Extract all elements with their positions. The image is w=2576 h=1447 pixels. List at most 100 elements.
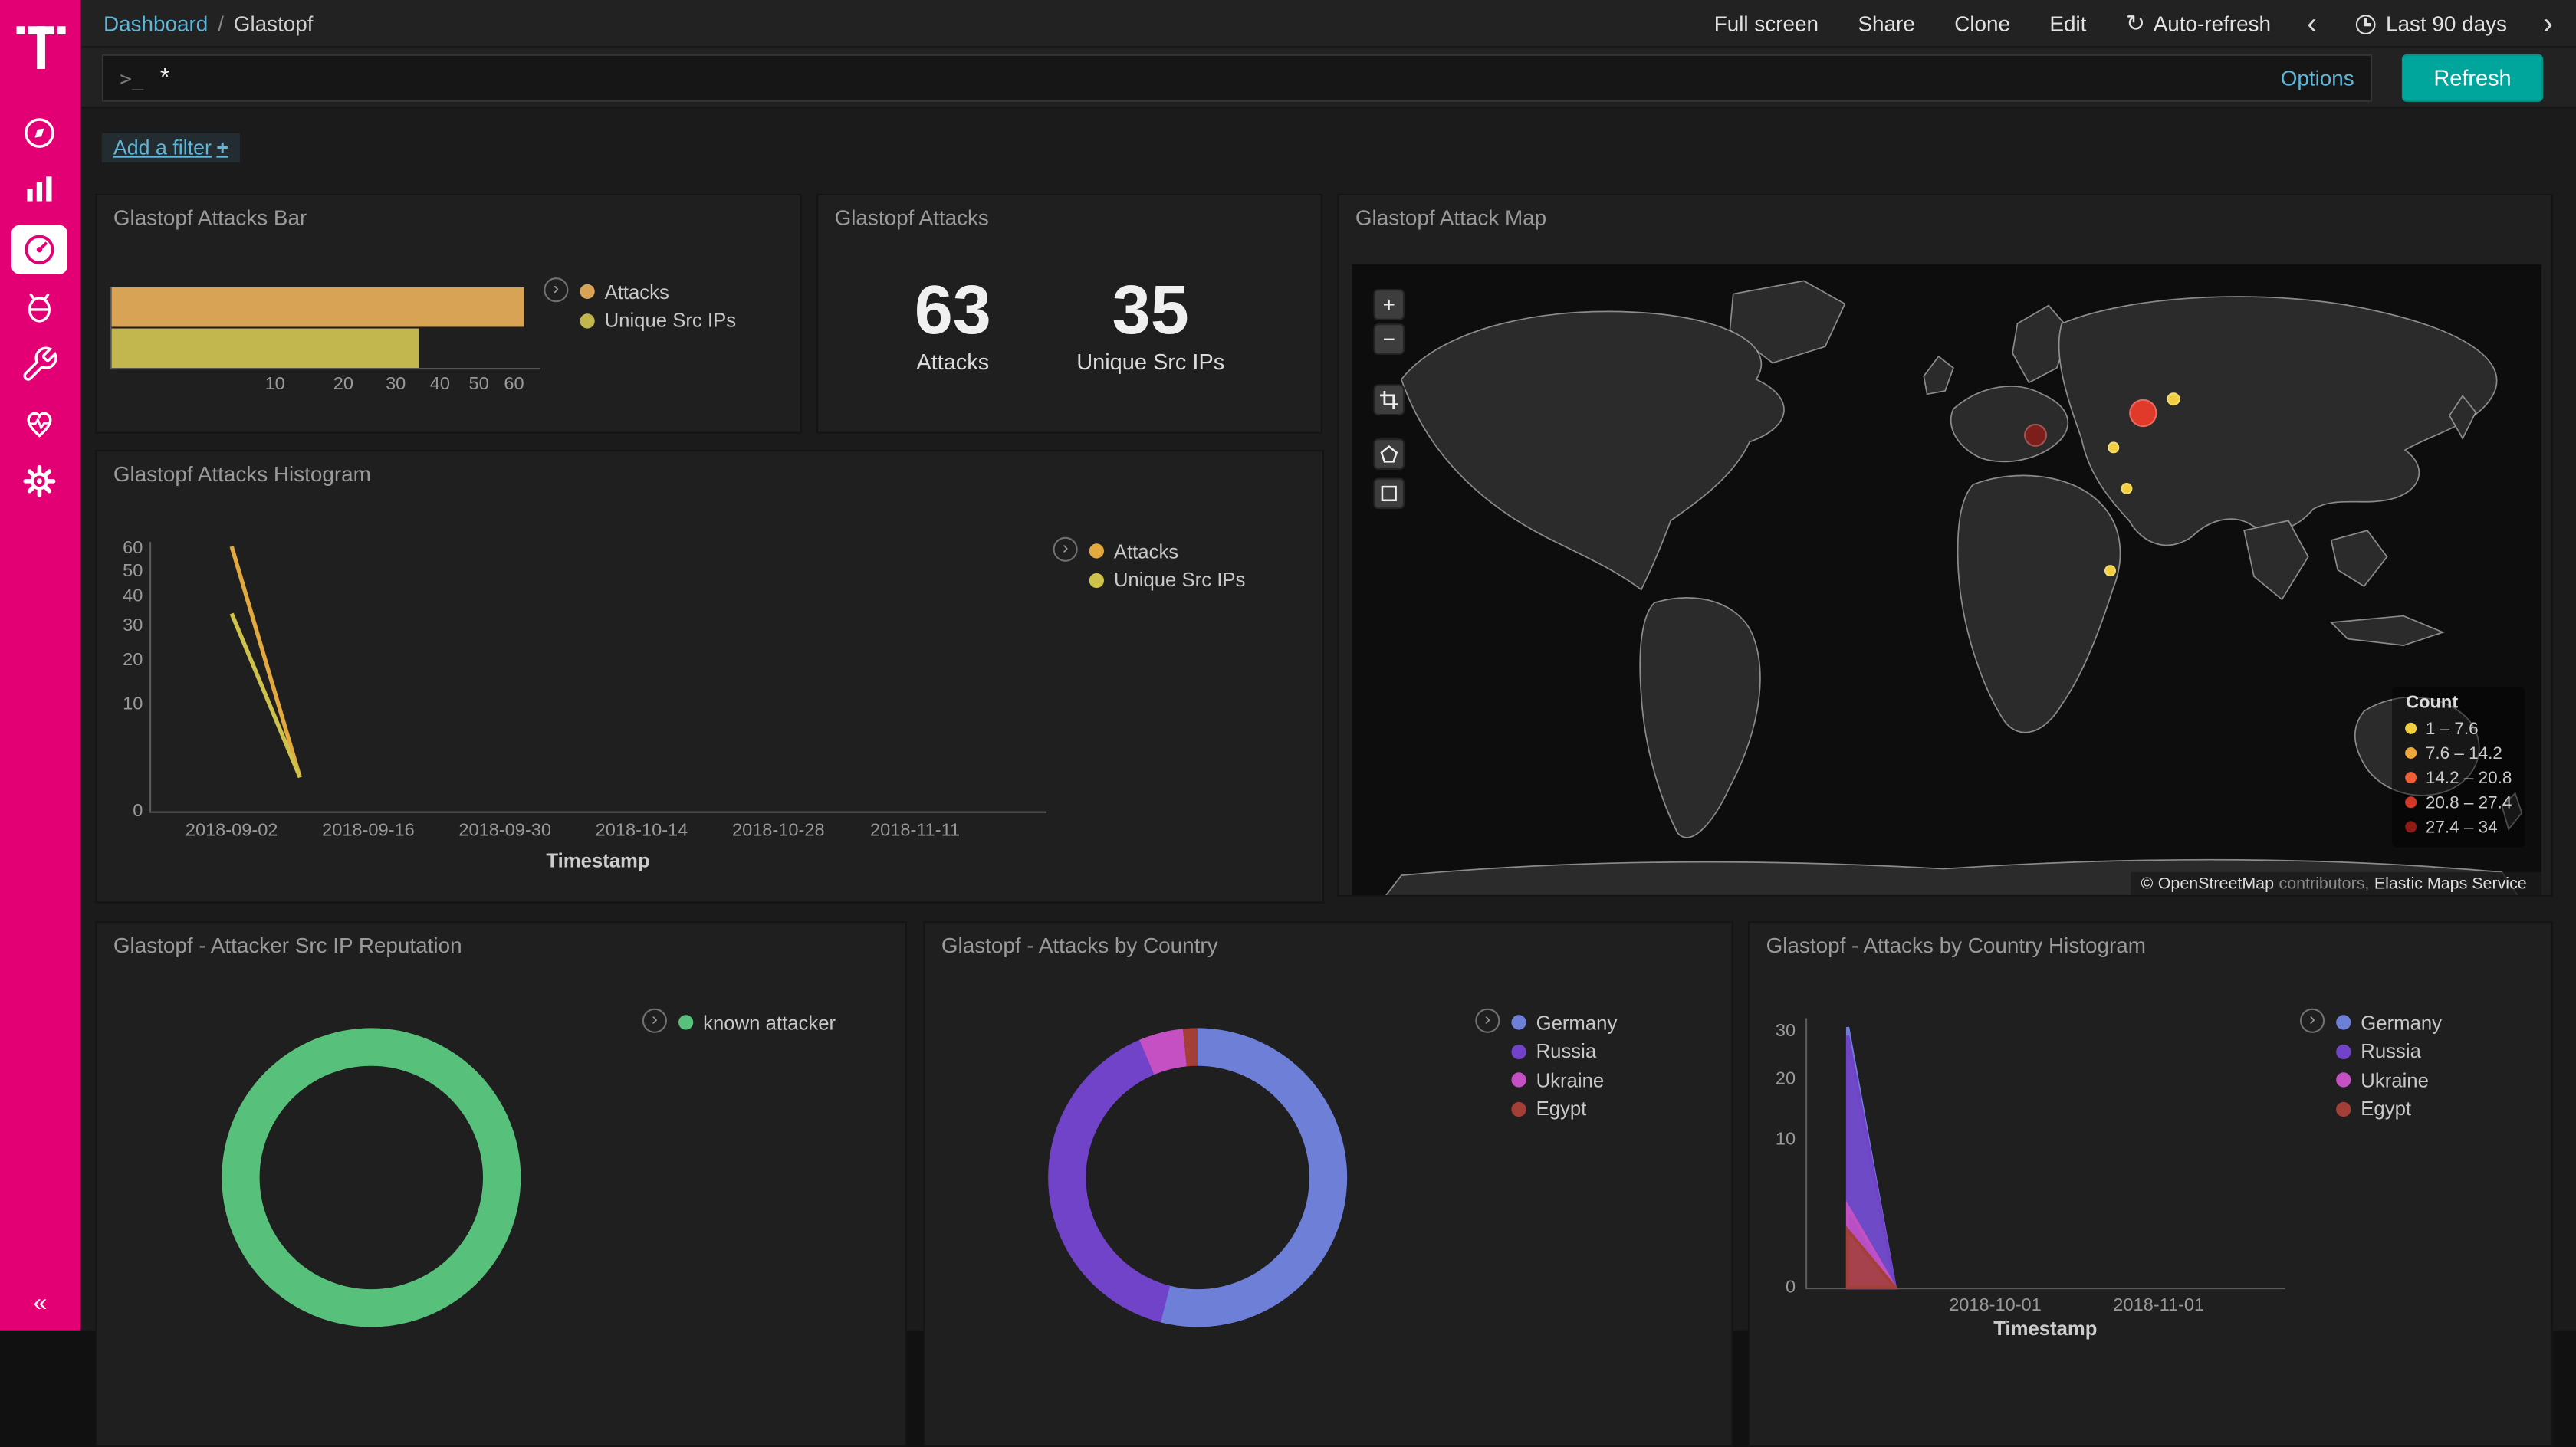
bar-attacks[interactable] — [110, 287, 524, 326]
legend-label: Russia — [1536, 1040, 1597, 1063]
legend-label: Unique Src IPs — [1114, 569, 1246, 592]
x-axis-tick: 2018-09-02 — [186, 821, 278, 841]
add-filter-link[interactable]: Add a filter+ — [102, 133, 240, 163]
polygon-draw-button[interactable] — [1373, 438, 1405, 470]
map-attack-point[interactable] — [2167, 392, 2180, 405]
donut-hole — [260, 1066, 483, 1289]
y-axis-tick: 40 — [100, 587, 143, 607]
bar-unique-src-ips[interactable] — [110, 329, 419, 368]
gauge-icon — [20, 230, 59, 269]
map-attack-point[interactable] — [2024, 424, 2047, 447]
reputation-donut-chart[interactable] — [222, 1028, 521, 1327]
sidebar-item-dashboard[interactable] — [12, 225, 67, 274]
sidebar-item-visualize[interactable] — [12, 164, 67, 213]
wrench-icon — [20, 345, 59, 384]
x-axis-tick: 2018-11-11 — [870, 821, 960, 841]
x-axis-tick: 10 — [265, 375, 285, 395]
square-icon — [1380, 484, 1398, 503]
sidebar-item-discover[interactable] — [12, 108, 67, 157]
map-attack-point[interactable] — [2128, 399, 2156, 426]
legend-label: Ukraine — [1536, 1068, 1605, 1091]
x-axis-tick: 20 — [334, 375, 353, 395]
sidebar-item-honeypot[interactable] — [12, 283, 67, 332]
x-axis-tick: 2018-09-30 — [458, 821, 551, 841]
sidebar-item-monitoring[interactable] — [12, 398, 67, 447]
time-forward-button[interactable]: › — [2543, 8, 2553, 38]
breadcrumb-dashboard-link[interactable]: Dashboard — [104, 11, 208, 35]
metric-attacks: 63 Attacks — [915, 276, 991, 375]
legend-item-ukraine[interactable]: Ukraine — [2336, 1066, 2442, 1095]
top-nav-bar: Dashboard / Glastopf Full screen Share C… — [80, 0, 2576, 48]
legend-item-russia[interactable]: Russia — [2336, 1037, 2442, 1066]
refresh-button[interactable]: Refresh — [2402, 54, 2543, 102]
panel-glastopf-attacks-histogram: Glastopf Attacks Histogram 0102030405060… — [95, 450, 1324, 903]
zoom-in-button[interactable]: + — [1373, 289, 1405, 320]
plus-icon: + — [216, 136, 228, 159]
donut-hole — [1086, 1066, 1309, 1289]
search-input-container[interactable]: >_ Options — [102, 54, 2372, 102]
sidebar-item-dev-tools[interactable] — [12, 340, 67, 389]
time-back-button[interactable]: ‹ — [2307, 8, 2317, 38]
legend-item-14.2-20.8[interactable]: 14.2 – 20.8 — [2406, 766, 2512, 790]
legend-toggle-icon[interactable]: › — [544, 277, 568, 302]
query-options-link[interactable]: Options — [2281, 66, 2354, 90]
edit-button[interactable]: Edit — [2049, 11, 2086, 35]
country-donut-chart[interactable] — [1048, 1028, 1347, 1327]
clone-button[interactable]: Clone — [1954, 11, 2010, 35]
x-axis-tick: 2018-10-01 — [1949, 1296, 2042, 1316]
full-screen-button[interactable]: Full screen — [1714, 11, 1819, 35]
search-input[interactable] — [160, 64, 2281, 92]
metric-value: 63 — [915, 276, 991, 345]
legend-item-attacks[interactable]: Attacks — [1089, 537, 1246, 566]
legend-item-egypt[interactable]: Egypt — [1511, 1094, 1617, 1124]
share-button[interactable]: Share — [1858, 11, 1914, 35]
x-axis-tick: 30 — [386, 375, 406, 395]
legend-dot — [2406, 821, 2417, 832]
legend-item-known-attacker[interactable]: known attacker — [678, 1009, 836, 1038]
telekom-t-icon — [16, 16, 65, 72]
time-range-picker[interactable]: Last 90 days — [2356, 11, 2507, 35]
legend-toggle-icon[interactable]: › — [1053, 537, 1078, 562]
legend-label: 27.4 – 34 — [2426, 817, 2498, 837]
legend-item-unique-src-ips[interactable]: Unique Src IPs — [1089, 566, 1246, 595]
zoom-out-button[interactable]: − — [1373, 323, 1405, 355]
line-unique-src-ips — [232, 614, 300, 778]
legend-toggle-icon[interactable]: › — [2300, 1009, 2325, 1033]
clock-icon — [2356, 14, 2376, 34]
panel-attacks-by-country: Glastopf - Attacks by Country › GermanyR… — [923, 921, 1733, 1447]
legend-toggle-icon[interactable]: › — [1475, 1009, 1500, 1033]
world-map[interactable]: + − Count 1 – 7.67.6 – 14.214.2 – 20.820… — [1352, 264, 2542, 897]
legend-item-1-7.6[interactable]: 1 – 7.6 — [2406, 716, 2512, 740]
rectangle-draw-button[interactable] — [1373, 478, 1405, 510]
auto-refresh-button[interactable]: ↻Auto-refresh — [2126, 9, 2271, 37]
legend-item-germany[interactable]: Germany — [1511, 1009, 1617, 1038]
legend-dot — [678, 1016, 693, 1030]
legend-label: Attacks — [605, 281, 669, 304]
legend-toggle-icon[interactable]: › — [642, 1009, 667, 1033]
legend-item-germany[interactable]: Germany — [2336, 1009, 2442, 1038]
legend-item-russia[interactable]: Russia — [1511, 1037, 1617, 1066]
legend-item-ukraine[interactable]: Ukraine — [1511, 1066, 1617, 1095]
legend-item-unique-src-ips[interactable]: Unique Src IPs — [580, 307, 736, 336]
legend-dot — [1511, 1101, 1526, 1116]
legend-dot — [2336, 1044, 2351, 1058]
panel-title: Glastopf Attacks Bar — [113, 205, 307, 230]
sidebar-item-management[interactable] — [12, 457, 67, 506]
legend-item-7.6-14.2[interactable]: 7.6 – 14.2 — [2406, 740, 2512, 765]
legend-dot — [2336, 1016, 2351, 1030]
crop-tool-button[interactable] — [1373, 384, 1405, 415]
legend-item-20.8-27.4[interactable]: 20.8 – 27.4 — [2406, 790, 2512, 815]
metric-label: Unique Src IPs — [1076, 349, 1224, 374]
x-axis-tick: 60 — [504, 375, 524, 395]
openstreetmap-link[interactable]: OpenStreetMap — [2158, 875, 2274, 894]
telekom-logo[interactable] — [16, 16, 65, 80]
breadcrumb-current: Glastopf — [234, 11, 314, 35]
legend-label: 14.2 – 20.8 — [2426, 768, 2512, 788]
x-axis-tick: 2018-10-14 — [596, 821, 688, 841]
legend-item-attacks[interactable]: Attacks — [580, 277, 736, 307]
legend-item-egypt[interactable]: Egypt — [2336, 1094, 2442, 1124]
sidebar-collapse-button[interactable]: « — [0, 1289, 80, 1317]
legend-item-27.4-34[interactable]: 27.4 – 34 — [2406, 815, 2512, 839]
elastic-maps-service-link[interactable]: Elastic Maps Service — [2374, 875, 2527, 894]
compass-icon — [20, 113, 59, 153]
